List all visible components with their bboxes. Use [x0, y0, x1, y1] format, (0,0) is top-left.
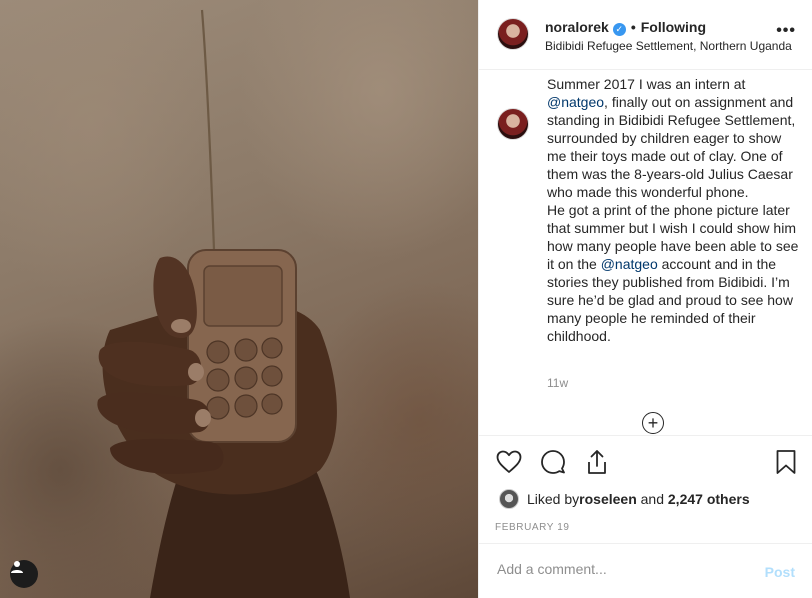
comments-section: Summer 2017 I was an intern at @natgeo, …	[479, 70, 812, 435]
mention-link[interactable]: @natgeo	[601, 256, 658, 272]
mention-link[interactable]: @natgeo	[547, 94, 604, 110]
likes-prefix: Liked by	[527, 491, 580, 507]
post-caption: Summer 2017 I was an intern at @natgeo, …	[547, 75, 799, 345]
tagged-user-button[interactable]	[10, 560, 38, 588]
caption-text-2: , finally out on assignment and standing…	[547, 94, 799, 272]
heart-icon	[496, 450, 522, 473]
post-header: noralorek ✓ • Following Bidibidi Refugee Se…	[479, 0, 812, 70]
likes-count-link[interactable]: 2,247 others	[668, 491, 750, 507]
user-icon	[11, 561, 23, 573]
separator-dot: •	[630, 19, 636, 35]
liker-avatar[interactable]	[499, 489, 519, 509]
like-button[interactable]	[495, 448, 523, 476]
author-line: noralorek ✓ • Following	[545, 19, 706, 36]
location-link[interactable]: Bidibidi Refugee Settlement, Northern Ug…	[545, 39, 801, 53]
following-button[interactable]: Following	[641, 19, 706, 35]
comment-form: Post	[479, 543, 812, 598]
share-icon	[588, 450, 606, 474]
verified-badge-icon: ✓	[612, 23, 626, 36]
likes-summary: Liked by roseleen and 2,247 others	[499, 489, 750, 509]
post-date[interactable]: FEBRUARY 19	[495, 522, 570, 533]
more-options-icon[interactable]: •••	[776, 22, 796, 40]
bookmark-icon	[776, 450, 796, 474]
load-more-comments-button[interactable]: +	[642, 412, 664, 434]
share-button[interactable]	[583, 448, 611, 476]
caption-timestamp[interactable]: 11w	[547, 376, 568, 390]
caption-author-avatar[interactable]	[497, 108, 529, 140]
speech-bubble-icon	[541, 450, 565, 474]
save-button[interactable]	[772, 448, 800, 476]
liker-username[interactable]: roseleen	[579, 491, 637, 507]
caption-text-1: Summer 2017 I was an intern at	[547, 76, 750, 92]
plus-circle-icon: +	[647, 413, 659, 433]
comment-button[interactable]	[539, 448, 567, 476]
author-username[interactable]: noralorek	[545, 19, 609, 35]
post-actions: Liked by roseleen and 2,247 others FEBRU…	[479, 435, 812, 543]
comment-input[interactable]	[495, 560, 739, 578]
post-details-panel: noralorek ✓ • Following Bidibidi Refugee Se…	[478, 0, 812, 598]
author-avatar[interactable]	[497, 18, 529, 50]
post-comment-button[interactable]: Post	[765, 564, 795, 580]
post-photo[interactable]	[0, 0, 478, 598]
likes-middle: and	[636, 491, 668, 507]
clay-phone-in-hand-image	[97, 9, 350, 598]
